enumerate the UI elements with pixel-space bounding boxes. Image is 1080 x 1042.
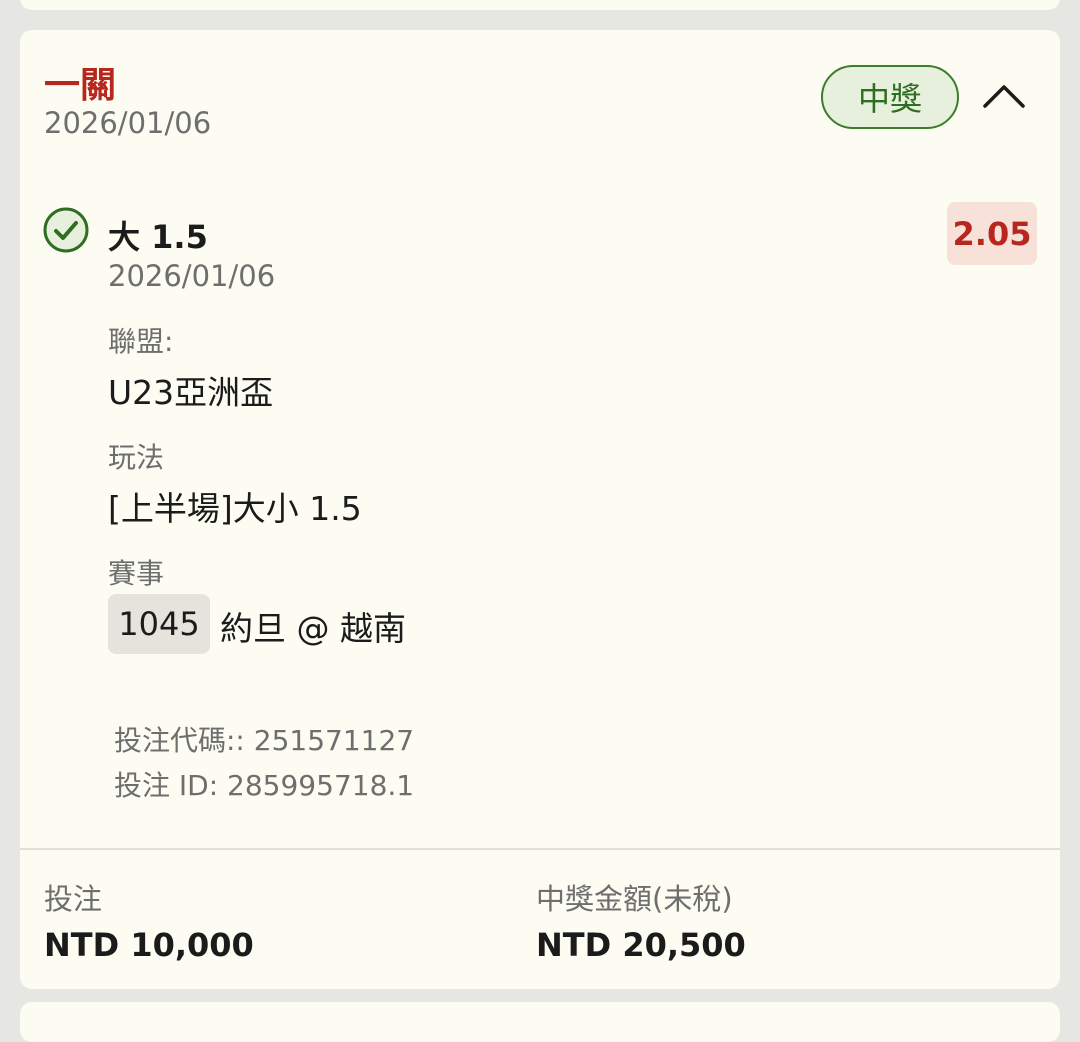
check-circle-icon xyxy=(43,207,89,253)
stake-amount: NTD 10,000 xyxy=(44,926,254,964)
chevron-up-icon xyxy=(983,85,1025,108)
divider xyxy=(20,848,1060,850)
league-value: U23亞洲盃 xyxy=(108,373,274,412)
event-name: 約旦 @ 越南 xyxy=(220,609,406,648)
bet-date: 2026/01/06 xyxy=(44,106,212,140)
selection-date: 2026/01/06 xyxy=(108,259,276,293)
bet-code: 投注代碼:: 251571127 xyxy=(114,724,415,757)
selection-name: 大 1.5 xyxy=(108,218,208,256)
bet-type: 一關 xyxy=(44,65,117,106)
event-code-badge: 1045 xyxy=(108,594,210,654)
payout-label: 中獎金額(未稅) xyxy=(536,882,733,916)
status-badge: 中獎 xyxy=(821,65,959,129)
market-value: [上半場]大小 1.5 xyxy=(108,489,362,528)
market-label: 玩法 xyxy=(108,441,165,474)
collapse-button[interactable] xyxy=(978,74,1030,118)
payout-amount: NTD 20,500 xyxy=(536,926,746,964)
event-label: 賽事 xyxy=(108,557,165,590)
next-bet-card xyxy=(20,1002,1060,1042)
previous-bet-card xyxy=(20,0,1060,10)
bet-card: 一關 2026/01/06 中獎 大 1.5 2.05 2026/01/06 聯… xyxy=(20,30,1060,989)
league-label: 聯盟: xyxy=(108,325,174,358)
stake-label: 投注 xyxy=(44,882,103,916)
odds-badge: 2.05 xyxy=(947,202,1037,265)
bet-id: 投注 ID: 285995718.1 xyxy=(114,769,415,802)
